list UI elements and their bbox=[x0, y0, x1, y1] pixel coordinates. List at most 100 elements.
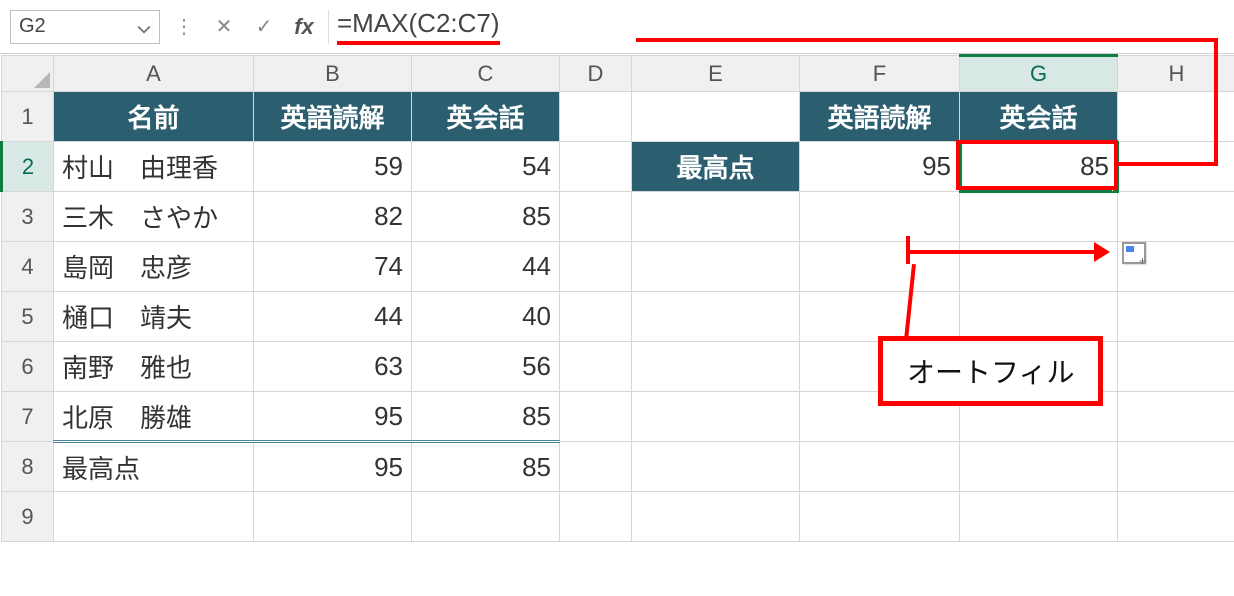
cell-E5[interactable] bbox=[632, 292, 800, 342]
cell-B7[interactable]: 95 bbox=[254, 392, 412, 442]
cell-F2[interactable]: 95 bbox=[800, 142, 960, 192]
cell-G1[interactable]: 英会話 bbox=[960, 92, 1118, 142]
col-header-G[interactable]: G bbox=[960, 56, 1118, 92]
cell-F5[interactable] bbox=[800, 292, 960, 342]
cell-G8[interactable] bbox=[960, 442, 1118, 492]
cell-D6[interactable] bbox=[560, 342, 632, 392]
row-header-9[interactable]: 9 bbox=[2, 492, 54, 542]
cell-H7[interactable] bbox=[1118, 392, 1234, 442]
row-header-5[interactable]: 5 bbox=[2, 292, 54, 342]
cell-E2[interactable]: 最高点 bbox=[632, 142, 800, 192]
row-header-8[interactable]: 8 bbox=[2, 442, 54, 492]
cell-A3[interactable]: 三木 さやか bbox=[54, 192, 254, 242]
cell-B6[interactable]: 63 bbox=[254, 342, 412, 392]
cell-G2[interactable]: 85 bbox=[960, 142, 1118, 192]
cell-A1[interactable]: 名前 bbox=[54, 92, 254, 142]
cell-A6[interactable]: 南野 雅也 bbox=[54, 342, 254, 392]
cell-C6[interactable]: 56 bbox=[412, 342, 560, 392]
insert-function-icon[interactable]: fx bbox=[288, 11, 320, 43]
cell-E3[interactable] bbox=[632, 192, 800, 242]
cell-D8[interactable] bbox=[560, 442, 632, 492]
formula-text: =MAX(C2:C7) bbox=[337, 8, 500, 45]
cell-B9[interactable] bbox=[254, 492, 412, 542]
cell-E6[interactable] bbox=[632, 342, 800, 392]
select-all-corner[interactable] bbox=[2, 56, 54, 92]
cell-C3[interactable]: 85 bbox=[412, 192, 560, 242]
cell-F9[interactable] bbox=[800, 492, 960, 542]
cell-E8[interactable] bbox=[632, 442, 800, 492]
row-4: 4 島岡 忠彦 74 44 bbox=[2, 242, 1234, 292]
cancel-icon[interactable]: ✕ bbox=[208, 11, 240, 43]
annotation-connector-to-g2 bbox=[1118, 162, 1218, 166]
row-8: 8 最高点 95 85 bbox=[2, 442, 1234, 492]
autofill-options-icon[interactable] bbox=[1122, 242, 1146, 264]
cell-H9[interactable] bbox=[1118, 492, 1234, 542]
col-header-E[interactable]: E bbox=[632, 56, 800, 92]
cell-D9[interactable] bbox=[560, 492, 632, 542]
cell-G5[interactable] bbox=[960, 292, 1118, 342]
cell-C1[interactable]: 英会話 bbox=[412, 92, 560, 142]
annotation-autofill-text: オートフィル bbox=[907, 357, 1074, 388]
cell-C5[interactable]: 40 bbox=[412, 292, 560, 342]
divider-icon: ⋮ bbox=[168, 11, 200, 43]
cell-B1[interactable]: 英語読解 bbox=[254, 92, 412, 142]
cell-E9[interactable] bbox=[632, 492, 800, 542]
row-1: 1 名前 英語読解 英会話 英語読解 英会話 bbox=[2, 92, 1234, 142]
cell-B3[interactable]: 82 bbox=[254, 192, 412, 242]
cell-F8[interactable] bbox=[800, 442, 960, 492]
cell-A4[interactable]: 島岡 忠彦 bbox=[54, 242, 254, 292]
cell-C7[interactable]: 85 bbox=[412, 392, 560, 442]
row-header-1[interactable]: 1 bbox=[2, 92, 54, 142]
col-header-A[interactable]: A bbox=[54, 56, 254, 92]
cell-D1[interactable] bbox=[560, 92, 632, 142]
cell-H6[interactable] bbox=[1118, 342, 1234, 392]
cell-G9[interactable] bbox=[960, 492, 1118, 542]
cell-B8[interactable]: 95 bbox=[254, 442, 412, 492]
cell-B4[interactable]: 74 bbox=[254, 242, 412, 292]
col-header-D[interactable]: D bbox=[560, 56, 632, 92]
row-header-4[interactable]: 4 bbox=[2, 242, 54, 292]
cell-C9[interactable] bbox=[412, 492, 560, 542]
cell-A2[interactable]: 村山 由理香 bbox=[54, 142, 254, 192]
cell-C8[interactable]: 85 bbox=[412, 442, 560, 492]
row-header-7[interactable]: 7 bbox=[2, 392, 54, 442]
cell-A5[interactable]: 樋口 靖夫 bbox=[54, 292, 254, 342]
cell-A9[interactable] bbox=[54, 492, 254, 542]
cell-D5[interactable] bbox=[560, 292, 632, 342]
annotation-connector-top bbox=[636, 38, 1218, 42]
cell-D2[interactable] bbox=[560, 142, 632, 192]
row-5: 5 樋口 靖夫 44 40 bbox=[2, 292, 1234, 342]
chevron-down-icon[interactable] bbox=[137, 20, 151, 34]
cell-B2[interactable]: 59 bbox=[254, 142, 412, 192]
cell-F3[interactable] bbox=[800, 192, 960, 242]
cell-F1[interactable]: 英語読解 bbox=[800, 92, 960, 142]
cell-H3[interactable] bbox=[1118, 192, 1234, 242]
enter-icon[interactable]: ✓ bbox=[248, 11, 280, 43]
cell-D7[interactable] bbox=[560, 392, 632, 442]
cell-C4[interactable]: 44 bbox=[412, 242, 560, 292]
cell-H5[interactable] bbox=[1118, 292, 1234, 342]
cell-E4[interactable] bbox=[632, 242, 800, 292]
cell-A7[interactable]: 北原 勝雄 bbox=[54, 392, 254, 442]
cell-D4[interactable] bbox=[560, 242, 632, 292]
row-header-6[interactable]: 6 bbox=[2, 342, 54, 392]
col-header-B[interactable]: B bbox=[254, 56, 412, 92]
name-box[interactable]: G2 bbox=[10, 10, 160, 44]
row-3: 3 三木 さやか 82 85 bbox=[2, 192, 1234, 242]
cell-H8[interactable] bbox=[1118, 442, 1234, 492]
cell-E1[interactable] bbox=[632, 92, 800, 142]
cell-A8[interactable]: 最高点 bbox=[54, 442, 254, 492]
row-2: 2 村山 由理香 59 54 最高点 95 85 bbox=[2, 142, 1234, 192]
cell-G3[interactable] bbox=[960, 192, 1118, 242]
cell-F4[interactable] bbox=[800, 242, 960, 292]
col-header-F[interactable]: F bbox=[800, 56, 960, 92]
row-header-3[interactable]: 3 bbox=[2, 192, 54, 242]
col-header-C[interactable]: C bbox=[412, 56, 560, 92]
cell-B5[interactable]: 44 bbox=[254, 292, 412, 342]
cell-D3[interactable] bbox=[560, 192, 632, 242]
name-box-value: G2 bbox=[19, 15, 46, 38]
grid-table: A B C D E F G H 1 名前 英語読解 英会話 英語読解 英会話 2… bbox=[0, 54, 1234, 542]
cell-E7[interactable] bbox=[632, 392, 800, 442]
row-header-2[interactable]: 2 bbox=[2, 142, 54, 192]
cell-C2[interactable]: 54 bbox=[412, 142, 560, 192]
